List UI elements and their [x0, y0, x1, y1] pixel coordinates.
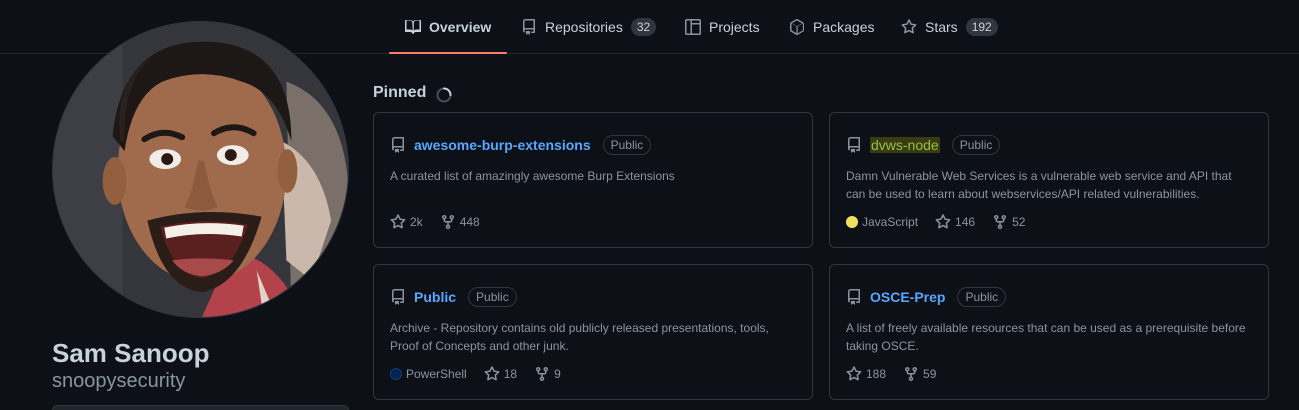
tab-overview-label: Overview [429, 18, 492, 35]
fork-icon [994, 214, 1007, 230]
avatar-photo [53, 22, 348, 317]
repo-forks-link[interactable]: 52 [992, 214, 1025, 230]
fork-icon [441, 214, 454, 230]
repo-language: JavaScript [846, 215, 918, 229]
repo-icon [848, 137, 860, 153]
repo-stars-count: 18 [503, 367, 518, 381]
pinned-repo-card: dvws-node Public Damn Vulnerable Web Ser… [829, 112, 1269, 248]
repo-icon [523, 18, 535, 35]
repo-forks-count: 448 [459, 215, 480, 229]
repo-language-name: PowerShell [406, 367, 467, 381]
language-color-dot [846, 216, 858, 228]
repo-forks-link[interactable]: 448 [440, 214, 480, 230]
profile-full-name: Sam Sanoop [52, 338, 210, 368]
star-icon [390, 214, 406, 229]
visibility-badge: Public [468, 287, 517, 307]
repo-stars-link[interactable]: 146 [935, 214, 975, 230]
star-icon [846, 366, 862, 381]
repo-forks-count: 9 [554, 367, 561, 381]
tab-stars-label: Stars [925, 18, 958, 35]
tab-repositories[interactable]: Repositories 32 [505, 0, 672, 53]
repo-icon [392, 289, 404, 305]
pinned-heading: Pinned [373, 84, 427, 101]
repo-description: Damn Vulnerable Web Services is a vulner… [846, 169, 1232, 201]
pinned-repo-card: OSCE-Prep Public A list of freely availa… [829, 264, 1269, 400]
repo-forks-count: 59 [923, 367, 937, 381]
repo-name-link[interactable]: OSCE-Prep [870, 289, 945, 305]
language-color-dot [390, 368, 402, 380]
star-icon [935, 214, 951, 229]
repo-name-link[interactable]: awesome-burp-extensions [414, 137, 591, 153]
repo-description: A curated list of amazingly awesome Burp… [390, 169, 675, 183]
visibility-badge: Public [957, 287, 1007, 307]
tab-packages-label: Packages [813, 18, 875, 35]
repositories-count-badge: 32 [630, 17, 657, 36]
repo-stars-count: 188 [866, 367, 887, 381]
tab-projects-label: Projects [709, 18, 760, 35]
project-icon [685, 18, 701, 35]
repo-description: A list of freely available resources tha… [846, 321, 1246, 353]
repo-language: PowerShell [390, 367, 467, 381]
package-icon [790, 18, 804, 35]
profile-page: Overview Repositories 32 Projects Packag… [0, 0, 1299, 410]
pinned-repo-card: Public Public Archive - Repository conta… [373, 264, 813, 400]
repo-name-link[interactable]: dvws-node [870, 137, 940, 153]
avatar[interactable] [52, 21, 349, 318]
repo-forks-link[interactable]: 59 [903, 366, 936, 382]
tab-projects[interactable]: Projects [669, 0, 776, 53]
repo-name-link[interactable]: Public [414, 289, 456, 305]
visibility-badge: Public [951, 135, 1001, 155]
repo-stars-count: 146 [955, 215, 976, 229]
repo-stars-link[interactable]: 18 [484, 366, 517, 382]
tab-packages[interactable]: Packages [773, 0, 890, 53]
pinned-repo-card: awesome-burp-extensions Public A curated… [373, 112, 813, 248]
follow-button[interactable] [52, 405, 349, 410]
repo-stars-count: 2k [410, 215, 423, 229]
repo-forks-count: 52 [1012, 215, 1026, 229]
stars-count-badge: 192 [965, 17, 998, 36]
repo-forks-link[interactable]: 9 [534, 366, 561, 382]
repo-stars-link[interactable]: 188 [846, 366, 886, 382]
fork-icon [905, 366, 918, 382]
repo-language-name: JavaScript [862, 215, 919, 229]
visibility-badge: Public [602, 135, 652, 155]
profile-username: snoopysecurity [52, 370, 186, 392]
loading-spinner-icon [436, 87, 452, 103]
tab-overview[interactable]: Overview [389, 0, 508, 54]
repo-description: Archive - Repository contains old public… [390, 321, 769, 353]
repo-stars-link[interactable]: 2k [390, 214, 423, 230]
star-icon [484, 366, 500, 381]
repo-icon [392, 137, 404, 153]
star-icon [901, 18, 917, 33]
repo-icon [848, 289, 860, 305]
fork-icon [536, 366, 549, 382]
tab-stars[interactable]: Stars 192 [885, 0, 1014, 53]
tab-repositories-label: Repositories [545, 18, 623, 35]
book-icon [405, 19, 421, 34]
